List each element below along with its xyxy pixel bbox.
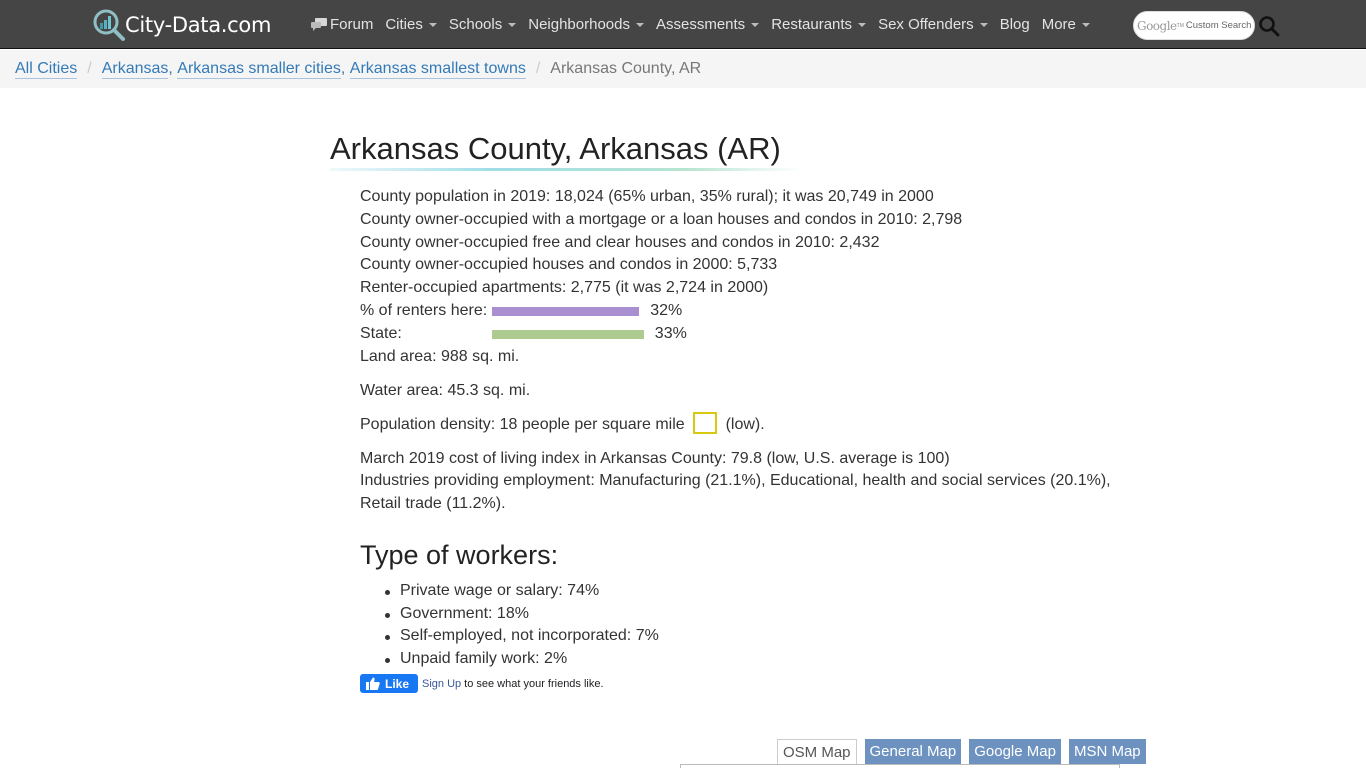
tab-general-map[interactable]: General Map bbox=[864, 739, 962, 764]
google-watermark: Google bbox=[1137, 18, 1177, 33]
workers-section-title: Type of workers: bbox=[360, 540, 559, 570]
map-tabs: OSM Map General Map Google Map MSN Map bbox=[777, 739, 1154, 765]
industries-line-continued: Retail trade (11.2%). bbox=[360, 495, 506, 513]
renters-here-label: % of renters here: bbox=[360, 302, 488, 320]
nav-forum[interactable]: Forum bbox=[311, 16, 373, 33]
owner-2000-line: County owner-occupied houses and condos … bbox=[360, 256, 778, 274]
nav-restaurants[interactable]: Restaurants bbox=[771, 16, 867, 33]
facebook-like-button[interactable]: Like bbox=[360, 674, 418, 693]
caret-down-icon bbox=[508, 22, 517, 27]
mortgage-line: County owner-occupied with a mortgage or… bbox=[360, 210, 963, 228]
county-stats: County population in 2019: 18,024 (65% u… bbox=[360, 186, 1140, 671]
breadcrumb-current: Arkansas County, AR bbox=[550, 60, 702, 77]
breadcrumb-all-cities[interactable]: All Cities bbox=[15, 60, 78, 79]
nav-schools[interactable]: Schools bbox=[448, 16, 517, 33]
renters-here-bar bbox=[492, 306, 640, 316]
population-line: County population in 2019: 18,024 (65% u… bbox=[360, 188, 934, 205]
nav-blog[interactable]: Blog bbox=[1000, 16, 1030, 33]
search-button[interactable] bbox=[1258, 15, 1280, 37]
nav-cities-label: Cities bbox=[385, 16, 423, 33]
trademark-mark: TM bbox=[1176, 22, 1184, 29]
custom-search-input[interactable]: Google TM Custom Search bbox=[1133, 11, 1255, 40]
renters-state-label: State: bbox=[360, 325, 402, 343]
title-underline bbox=[330, 168, 802, 171]
density-line: Population density: 18 people per square… bbox=[360, 411, 1140, 437]
breadcrumb: All Cities / Arkansas, Arkansas smaller … bbox=[0, 50, 1366, 88]
renters-state-value: 33% bbox=[654, 325, 687, 343]
breadcrumb-arkansas-smallest-towns[interactable]: Arkansas smallest towns bbox=[349, 60, 526, 79]
caret-down-icon bbox=[428, 22, 437, 27]
nav-schools-label: Schools bbox=[448, 16, 503, 33]
nav-assessments-label: Assessments bbox=[655, 16, 746, 33]
caret-down-icon bbox=[1081, 22, 1090, 27]
site-logo[interactable]: City-Data.com bbox=[92, 8, 271, 42]
workers-list: Private wage or salary: 74% Government: … bbox=[360, 580, 1140, 671]
workers-list-item: Unpaid family work: 2% bbox=[382, 648, 1140, 671]
free-clear-line: County owner-occupied free and clear hou… bbox=[360, 233, 880, 251]
breadcrumb-separator: / bbox=[87, 60, 92, 77]
water-area-line: Water area: 45.3 sq. mi. bbox=[360, 381, 531, 399]
nav-more-label: More bbox=[1041, 16, 1076, 33]
caret-down-icon bbox=[635, 22, 644, 27]
search-icon bbox=[1259, 16, 1280, 37]
breadcrumb-separator: / bbox=[535, 60, 541, 77]
logo-text: City-Data.com bbox=[125, 13, 272, 37]
facebook-signup-text: to see what your friends like. bbox=[464, 677, 604, 690]
nav-more[interactable]: More bbox=[1042, 16, 1090, 33]
search-placeholder: Custom Search bbox=[1185, 20, 1252, 31]
facebook-like-widget: Like Sign Up to see what your friends li… bbox=[360, 674, 604, 693]
thumbs-up-icon bbox=[366, 677, 380, 690]
page-title: Arkansas County, Arkansas (AR) bbox=[330, 131, 781, 166]
industries-line: Industries providing employment: Manufac… bbox=[360, 472, 1111, 490]
nav-neighborhoods-label: Neighborhoods bbox=[528, 16, 630, 33]
density-color-swatch bbox=[693, 411, 718, 434]
cost-of-living-line: March 2019 cost of living index in Arkan… bbox=[360, 449, 950, 467]
breadcrumb-arkansas[interactable]: Arkansas bbox=[101, 60, 169, 79]
renters-here-row: % of renters here: 32% bbox=[360, 300, 1140, 323]
nav-sex-offenders[interactable]: Sex Offenders bbox=[878, 16, 988, 33]
caret-down-icon bbox=[751, 22, 760, 27]
tab-osm-map[interactable]: OSM Map bbox=[777, 739, 857, 765]
nav-forum-label: Forum bbox=[330, 16, 374, 33]
nav-neighborhoods[interactable]: Neighborhoods bbox=[528, 16, 644, 33]
map-frame[interactable] bbox=[680, 764, 1120, 768]
renters-state-row: State: 33% bbox=[360, 323, 1140, 346]
caret-down-icon bbox=[858, 22, 867, 27]
workers-list-item: Government: 18% bbox=[382, 603, 1140, 626]
nav-sex-offenders-label: Sex Offenders bbox=[878, 16, 974, 33]
magnifier-chart-logo-icon bbox=[93, 9, 125, 41]
caret-down-icon bbox=[979, 22, 988, 27]
land-area-line: Land area: 988 sq. mi. bbox=[360, 347, 520, 365]
breadcrumb-comma: , bbox=[340, 60, 350, 77]
nav-blog-label: Blog bbox=[999, 16, 1030, 33]
main-nav: Forum Cities Schools Neighborhoods Asses… bbox=[311, 0, 1102, 49]
breadcrumb-arkansas-smaller-cities[interactable]: Arkansas smaller cities bbox=[177, 60, 341, 79]
facebook-like-label: Like bbox=[385, 676, 410, 691]
density-text: Population density: 18 people per square… bbox=[360, 415, 685, 433]
nav-cities[interactable]: Cities bbox=[385, 16, 437, 33]
forum-chat-icon bbox=[311, 18, 327, 31]
tab-msn-map[interactable]: MSN Map bbox=[1068, 739, 1146, 764]
nav-restaurants-label: Restaurants bbox=[771, 16, 853, 33]
workers-list-item: Self-employed, not incorporated: 7% bbox=[382, 625, 1140, 648]
nav-assessments[interactable]: Assessments bbox=[655, 16, 760, 33]
top-navbar: City-Data.com Forum Cities Schools Neigh… bbox=[0, 0, 1366, 49]
renters-here-value: 32% bbox=[650, 302, 683, 320]
workers-list-item: Private wage or salary: 74% bbox=[382, 580, 1140, 603]
renter-line: Renter-occupied apartments: 2,775 (it wa… bbox=[360, 279, 769, 297]
renters-state-bar bbox=[492, 329, 644, 339]
tab-google-map[interactable]: Google Map bbox=[969, 739, 1061, 764]
facebook-signup-link[interactable]: Sign Up bbox=[422, 678, 461, 690]
breadcrumb-comma: , bbox=[168, 60, 178, 77]
density-level: (low). bbox=[725, 415, 765, 433]
